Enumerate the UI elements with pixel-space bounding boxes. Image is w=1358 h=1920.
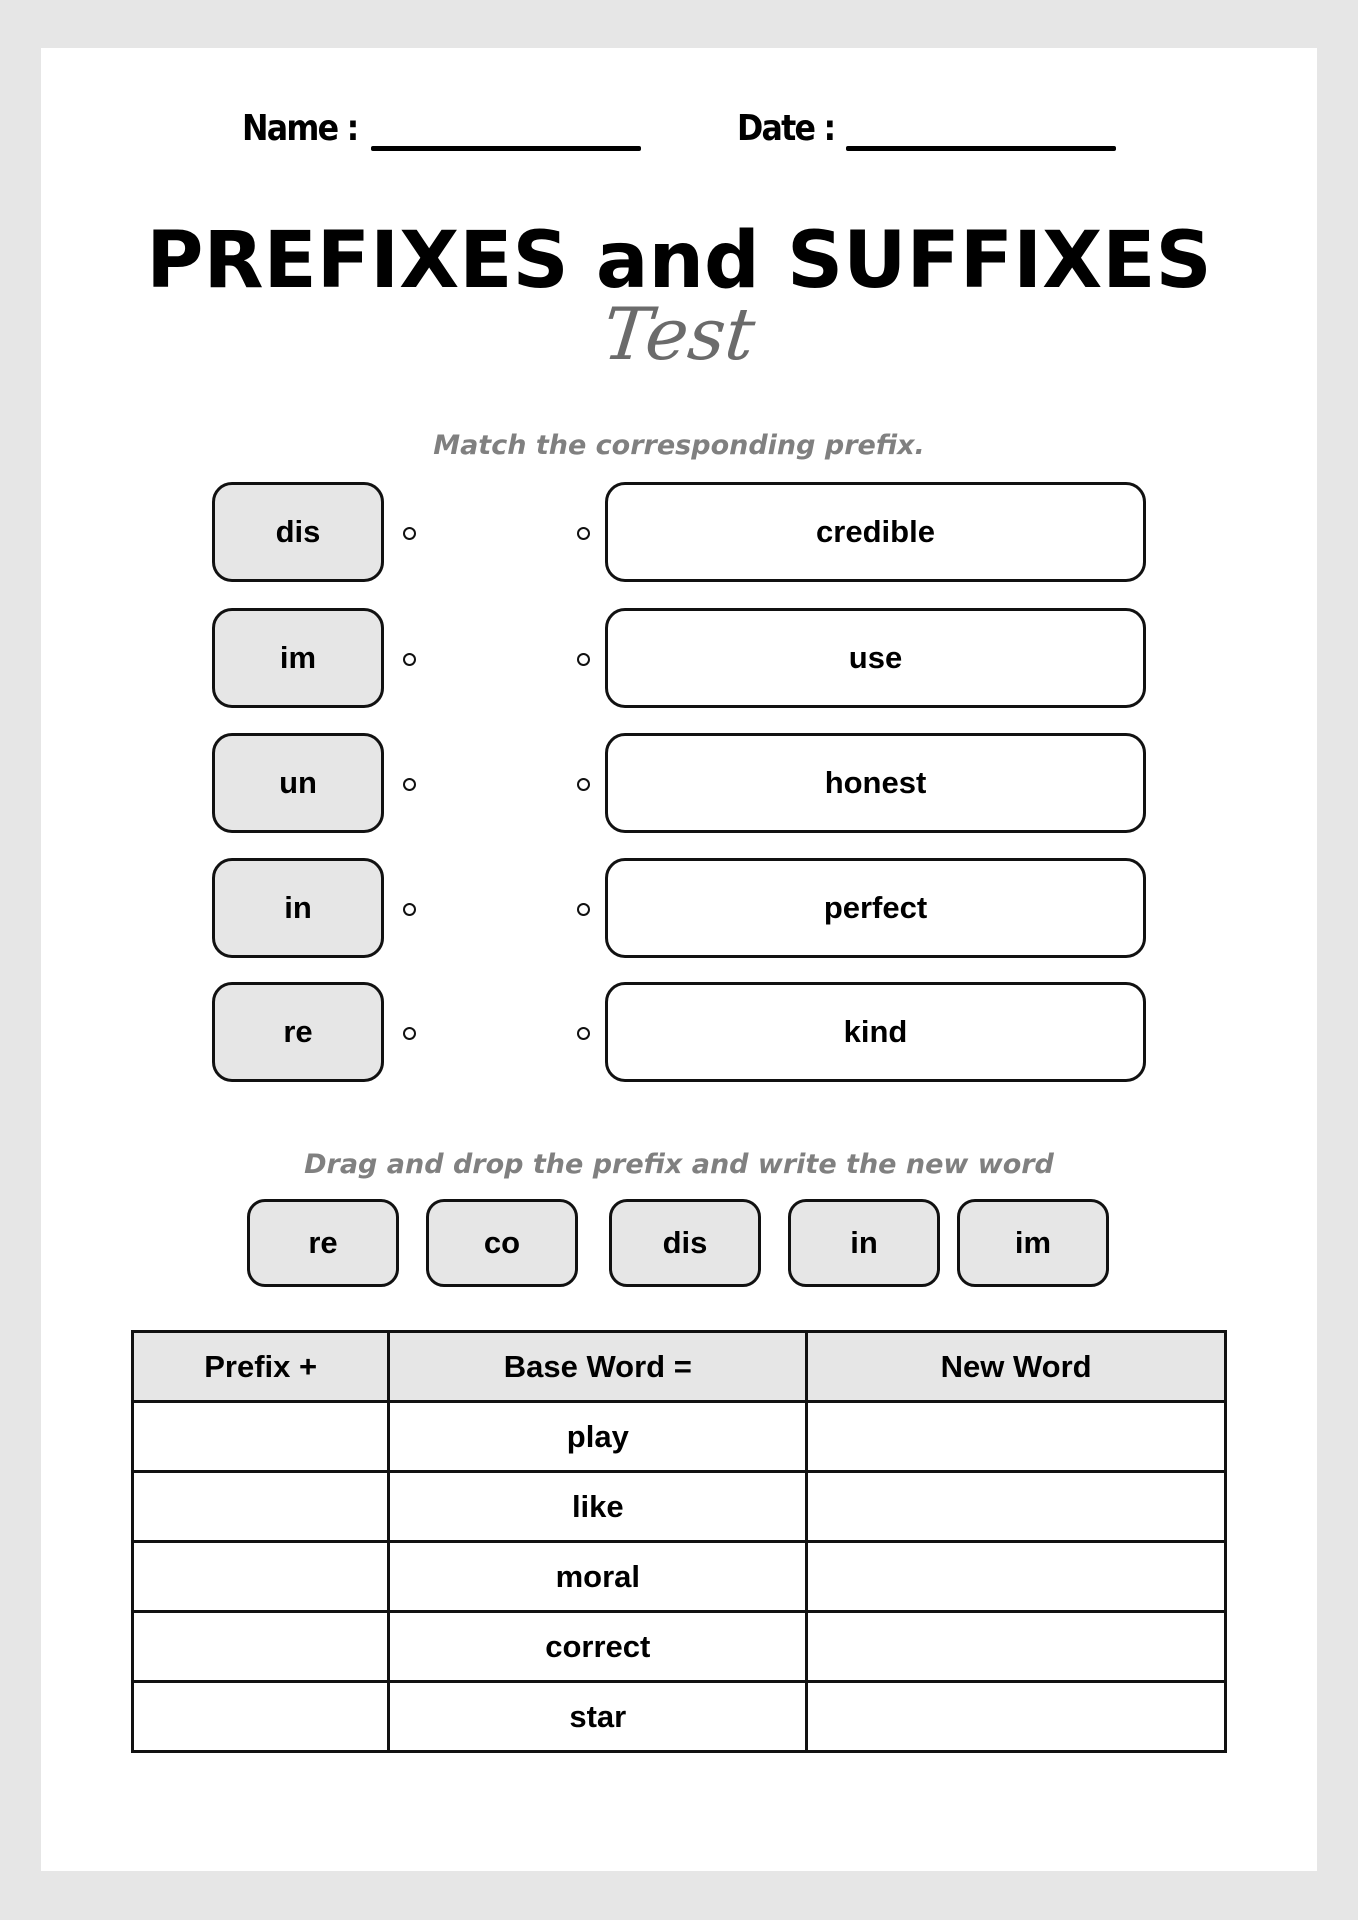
page-subtitle: Test: [599, 292, 759, 376]
connector-dot-left[interactable]: [403, 778, 416, 791]
connector-dot-left[interactable]: [403, 903, 416, 916]
base-word-cell: like: [387, 1470, 809, 1543]
match-prefix-box[interactable]: re: [212, 982, 384, 1082]
match-word-box[interactable]: perfect: [605, 858, 1146, 958]
table-header-row: Prefix + Base Word = New Word: [130, 1330, 1227, 1403]
base-word-cell: moral: [387, 1540, 809, 1613]
base-word-cell: correct: [387, 1610, 809, 1683]
match-word-box[interactable]: honest: [605, 733, 1146, 833]
match-word-box[interactable]: kind: [605, 982, 1146, 1082]
header-new-word: New Word: [805, 1330, 1227, 1403]
new-word-cell[interactable]: [805, 1400, 1227, 1473]
connector-dot-left[interactable]: [403, 1027, 416, 1040]
connector-dot-left[interactable]: [403, 527, 416, 540]
date-label: Date :: [737, 108, 836, 149]
header-prefix: Prefix +: [130, 1330, 391, 1403]
match-word-box[interactable]: credible: [605, 482, 1146, 582]
new-word-cell[interactable]: [805, 1470, 1227, 1543]
date-field[interactable]: [846, 146, 1116, 151]
prefix-cell[interactable]: [130, 1400, 391, 1473]
table-row: star: [130, 1680, 1227, 1753]
table-row: correct: [130, 1610, 1227, 1683]
drag-drop-instruction: Drag and drop the prefix and write the n…: [304, 1149, 1054, 1180]
base-word-cell: play: [387, 1400, 809, 1473]
connector-dot-right[interactable]: [577, 653, 590, 666]
new-word-cell[interactable]: [805, 1540, 1227, 1613]
match-prefix-box[interactable]: in: [212, 858, 384, 958]
match-word-box[interactable]: use: [605, 608, 1146, 708]
connector-dot-right[interactable]: [577, 1027, 590, 1040]
match-prefix-box[interactable]: un: [212, 733, 384, 833]
prefix-cell[interactable]: [130, 1680, 391, 1753]
prefix-chip[interactable]: in: [788, 1199, 940, 1287]
base-word-cell: star: [387, 1680, 809, 1753]
prefix-chip[interactable]: dis: [609, 1199, 761, 1287]
connector-dot-right[interactable]: [577, 903, 590, 916]
match-prefix-box[interactable]: dis: [212, 482, 384, 582]
new-word-cell[interactable]: [805, 1610, 1227, 1683]
table-row: moral: [130, 1540, 1227, 1613]
page-title: PREFIXES and SUFFIXES: [146, 216, 1212, 306]
prefix-chip[interactable]: im: [957, 1199, 1109, 1287]
prefix-chip[interactable]: re: [247, 1199, 399, 1287]
name-label: Name :: [242, 108, 359, 149]
table-row: play: [130, 1400, 1227, 1473]
name-field[interactable]: [371, 146, 641, 151]
connector-dot-left[interactable]: [403, 653, 416, 666]
prefix-cell[interactable]: [130, 1610, 391, 1683]
prefix-cell[interactable]: [130, 1540, 391, 1613]
header-base-word: Base Word =: [387, 1330, 809, 1403]
connector-dot-right[interactable]: [577, 527, 590, 540]
prefix-cell[interactable]: [130, 1470, 391, 1543]
new-word-cell[interactable]: [805, 1680, 1227, 1753]
table-row: like: [130, 1470, 1227, 1543]
word-table: Prefix + Base Word = New Word play like …: [130, 1330, 1227, 1753]
matching-instruction: Match the corresponding prefix.: [433, 430, 925, 461]
match-prefix-box[interactable]: im: [212, 608, 384, 708]
connector-dot-right[interactable]: [577, 778, 590, 791]
prefix-chip[interactable]: co: [426, 1199, 578, 1287]
